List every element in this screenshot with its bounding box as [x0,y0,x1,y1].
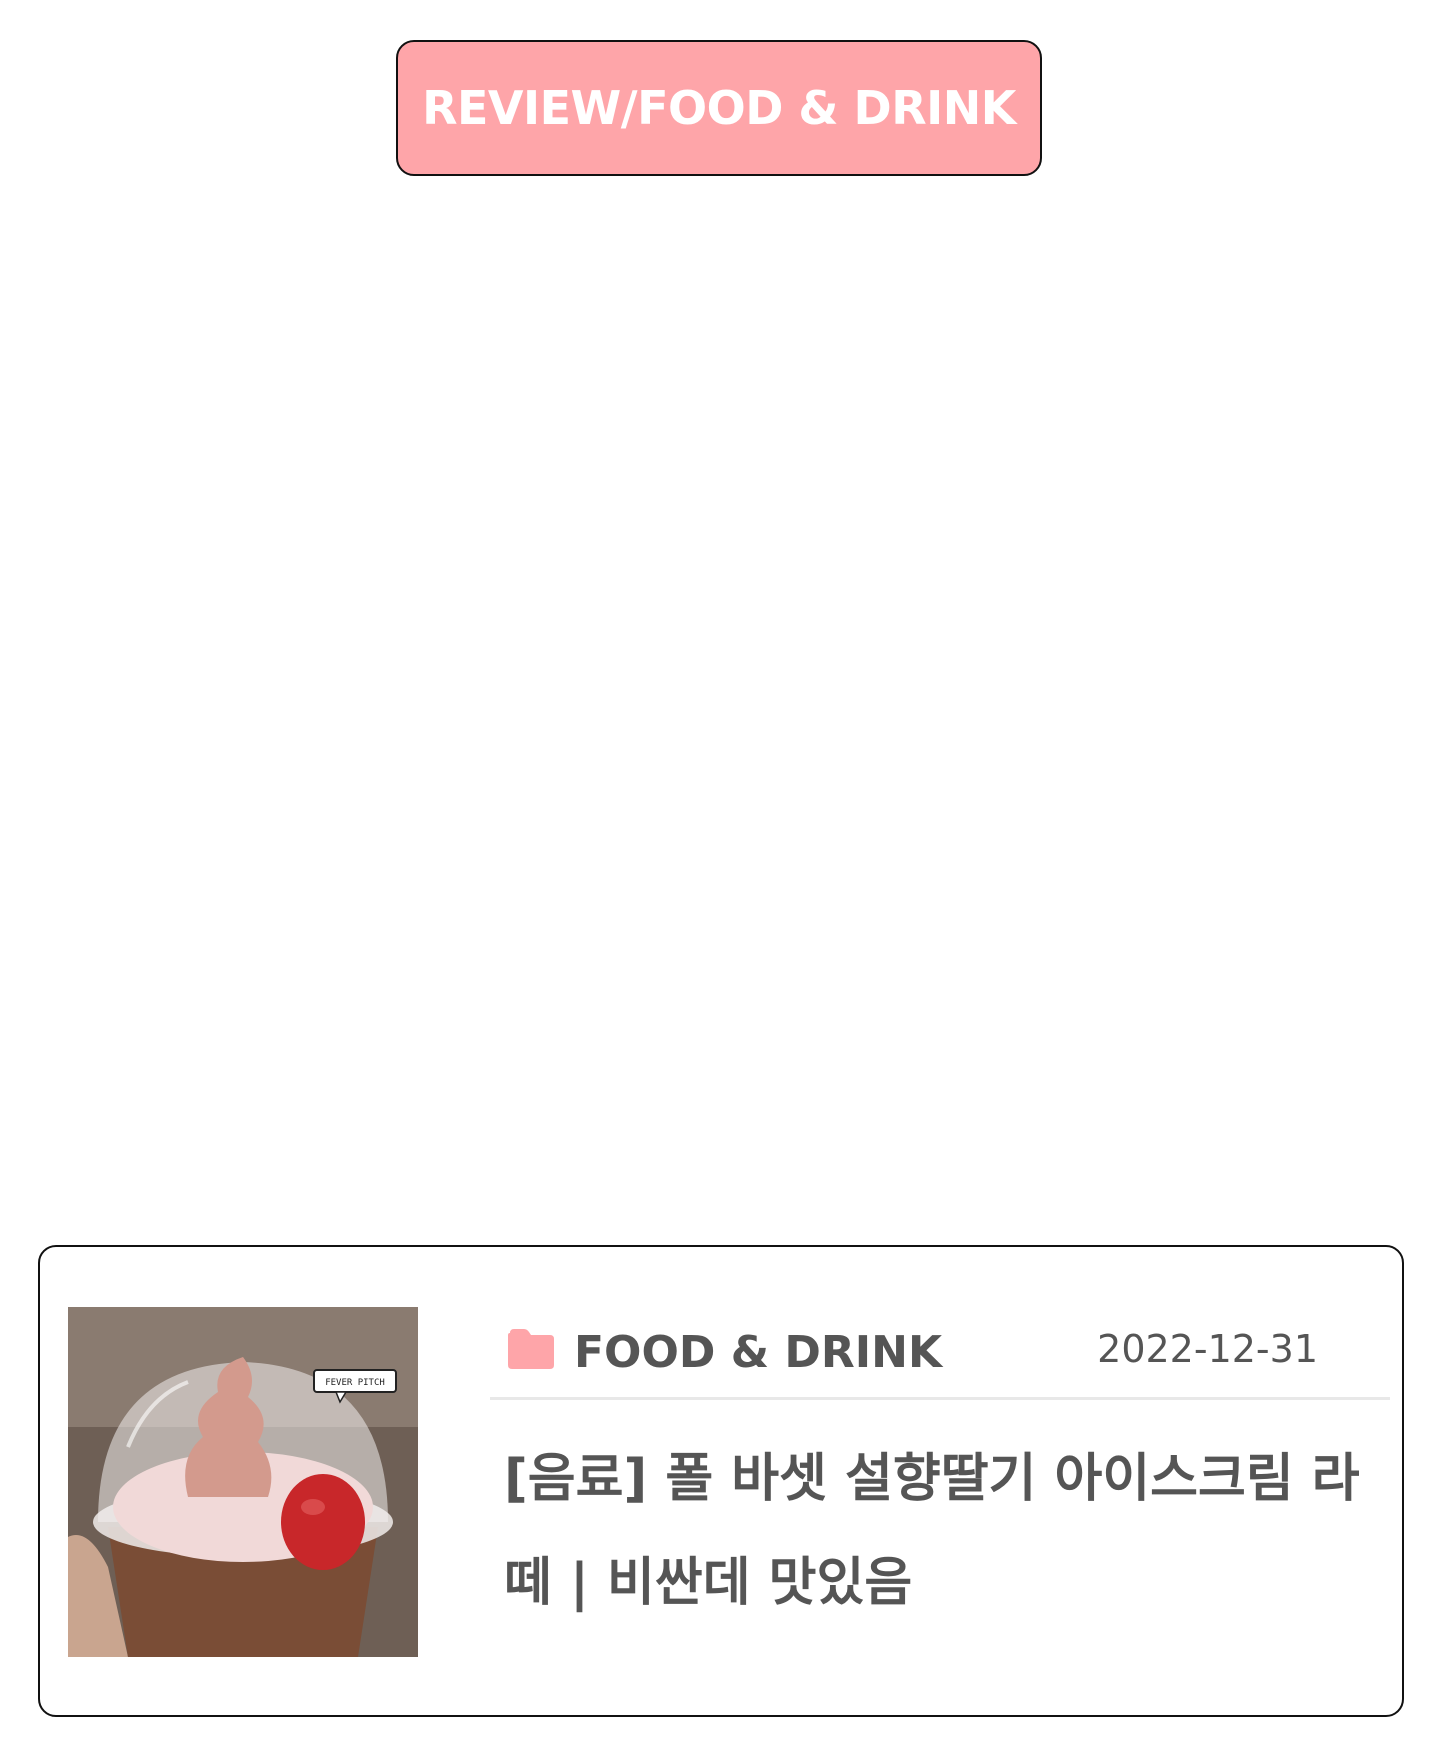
post-meta-row: FOOD & DRINK 2022-12-31 [490,1307,1390,1400]
post-date: 2022-12-31 [1097,1327,1318,1371]
thumbnail-sticker-text: FEVER PITCH [325,1378,385,1388]
category-header-button[interactable]: REVIEW/FOOD & DRINK [396,40,1042,176]
blank-content-area [0,230,1440,1190]
post-category-link[interactable]: FOOD & DRINK [574,1327,942,1378]
post-title-link[interactable]: [음료] 폴 바셋 설향딸기 아이스크림 라떼 | 비싼데 맛있음 [490,1427,1390,1635]
post-thumbnail[interactable]: FEVER PITCH [68,1307,418,1657]
post-card[interactable]: FEVER PITCH FOOD & DRINK 2022-12-31 [음료]… [38,1245,1404,1717]
folder-icon [506,1327,556,1371]
